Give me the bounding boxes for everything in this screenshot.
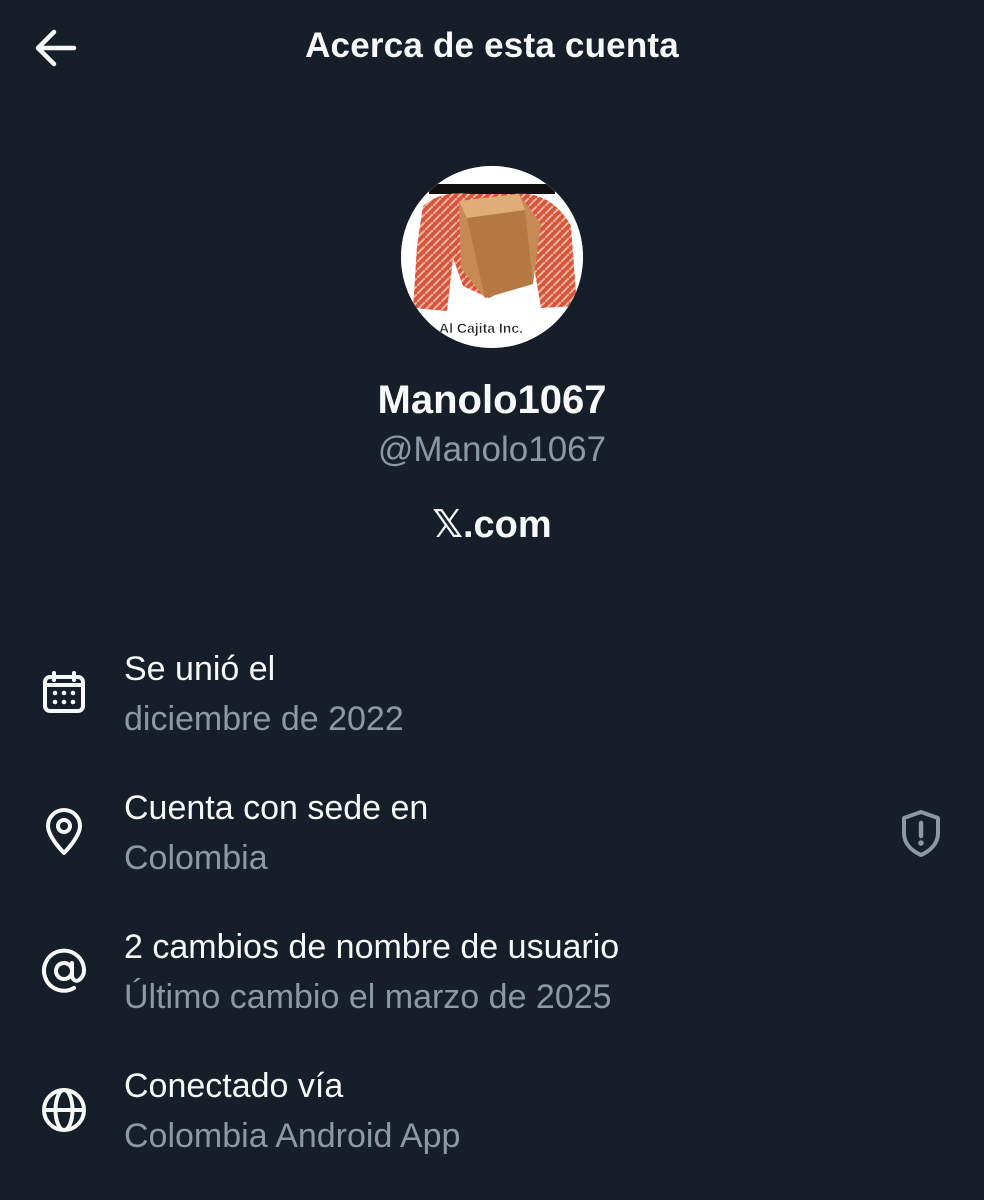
x-brand-label: 𝕏.com — [432, 504, 552, 546]
calendar-icon — [38, 667, 90, 719]
connected-via-label: Conectado vía — [124, 1067, 344, 1105]
top-bar: Acerca de esta cuenta — [0, 0, 984, 96]
avatar-image: Al Cajita Inc. — [401, 166, 583, 348]
avatar[interactable]: Al Cajita Inc. — [401, 166, 583, 348]
display-name: Manolo1067 — [377, 378, 607, 422]
location-pin-icon — [38, 806, 90, 858]
location-value: Colombia — [124, 839, 268, 877]
joined-value: diciembre de 2022 — [124, 700, 404, 738]
svg-text:Al Cajita Inc.: Al Cajita Inc. — [439, 320, 523, 336]
shield-alert-icon[interactable] — [894, 806, 948, 860]
connected-via-value: Colombia Android App — [124, 1117, 461, 1155]
page-title: Acerca de esta cuenta — [305, 26, 679, 65]
at-sign-icon — [38, 945, 90, 997]
joined-date-row: Se unió el diciembre de 2022 — [0, 645, 984, 755]
account-location-row: Cuenta con sede en Colombia — [0, 784, 984, 894]
username-changes-label: 2 cambios de nombre de usuario — [124, 928, 620, 966]
globe-icon — [38, 1084, 90, 1136]
joined-label: Se unió el — [124, 650, 276, 688]
connected-via-row: Conectado vía Colombia Android App — [0, 1062, 984, 1172]
username-changes-row: 2 cambios de nombre de usuario Último ca… — [0, 923, 984, 1033]
username-changes-value: Último cambio el marzo de 2025 — [124, 978, 612, 1016]
username-handle: @Manolo1067 — [377, 430, 607, 469]
location-label: Cuenta con sede en — [124, 789, 429, 827]
